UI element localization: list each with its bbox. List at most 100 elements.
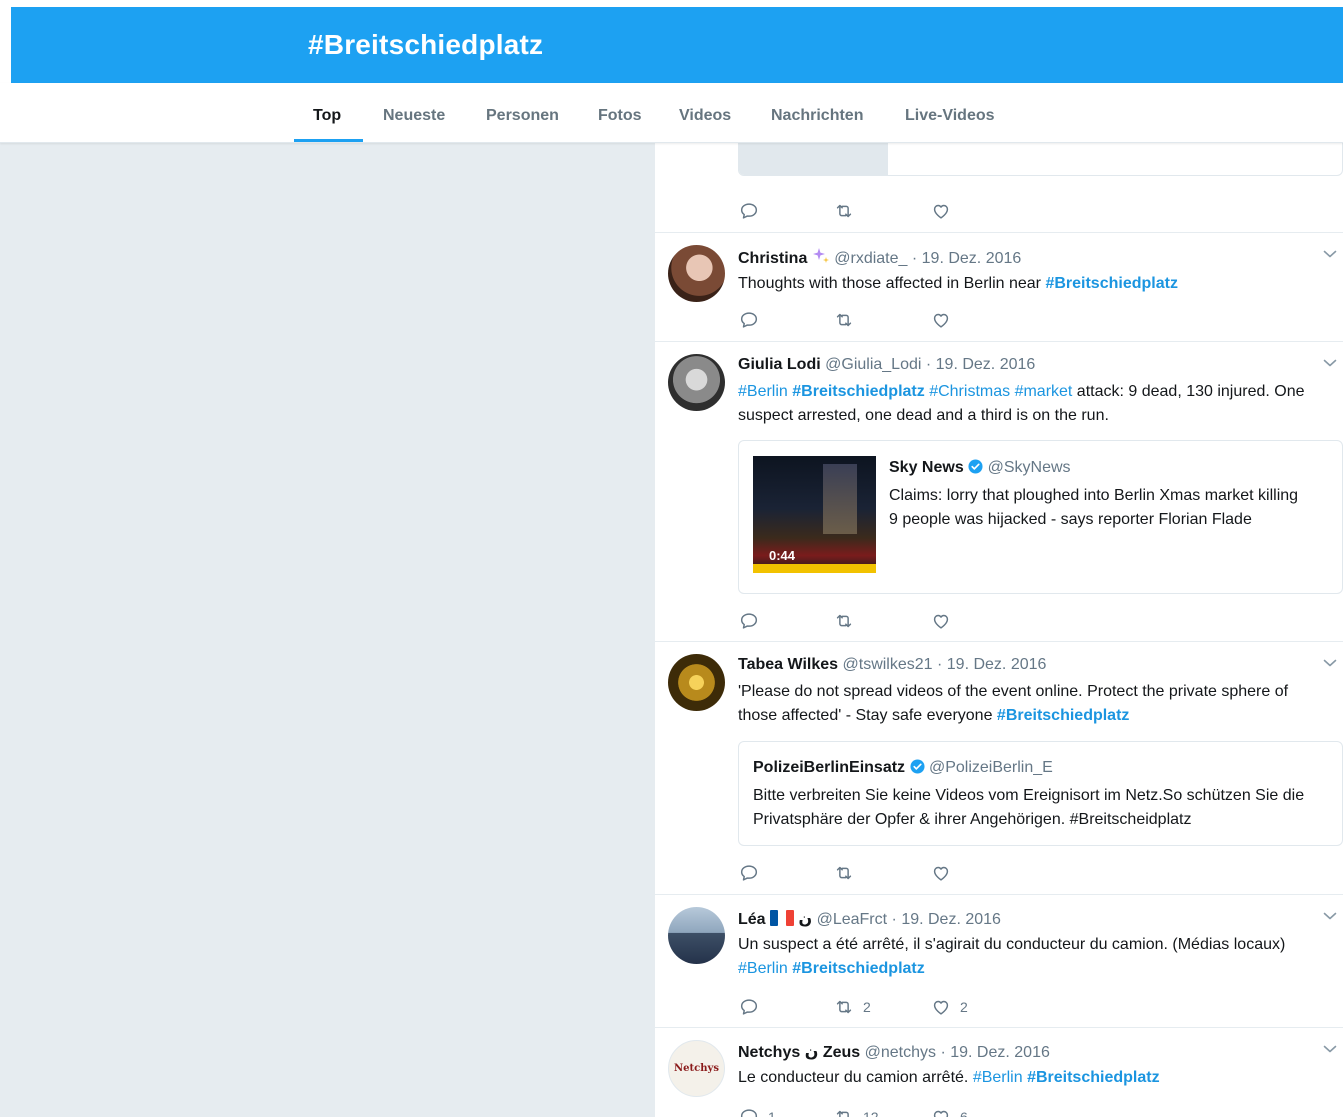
author-name[interactable]: Christina [738, 250, 807, 267]
caret-down-icon[interactable] [1323, 1044, 1337, 1054]
reply-icon [738, 309, 760, 331]
hashtag-link[interactable]: #Breitschiedplatz [997, 707, 1129, 724]
france-flag-icon [770, 910, 795, 926]
author-handle[interactable]: @rxdiate_ [834, 250, 907, 267]
avatar[interactable] [668, 245, 725, 302]
reply-button[interactable] [738, 996, 760, 1018]
like-button[interactable] [930, 200, 952, 222]
tab-live-videos[interactable]: Live-Videos [905, 107, 995, 125]
retweet-button[interactable] [833, 610, 855, 632]
tweet-date[interactable]: 19. Dez. 2016 [936, 356, 1036, 373]
retweet-icon [833, 1106, 855, 1117]
retweet-button[interactable] [833, 862, 855, 884]
like-icon [930, 862, 952, 884]
quoted-author-handle[interactable]: @SkyNews [988, 459, 1071, 476]
like-icon [930, 309, 952, 331]
quoted-tweet-text: Claims: lorry that ploughed into Berlin … [889, 484, 1329, 532]
tweet-date[interactable]: 19. Dez. 2016 [922, 250, 1022, 267]
tweet-item[interactable]: Christina @rxdiate_ · 19. Dez. 2016 Thou… [655, 233, 1343, 342]
avatar[interactable] [668, 907, 725, 964]
tweet-item-partial[interactable] [655, 143, 1343, 233]
caret-down-icon[interactable] [1323, 358, 1337, 368]
page-title[interactable]: #Breitschiedplatz [308, 29, 543, 61]
like-button[interactable] [930, 309, 952, 331]
quoted-tweet-card[interactable]: PolizeiBerlinEinsatz @PolizeiBerlin_E Bi… [738, 741, 1343, 846]
tab-neueste[interactable]: Neueste [383, 107, 445, 125]
separator: · [925, 356, 932, 373]
tweet-date[interactable]: 19. Dez. 2016 [901, 911, 1001, 928]
quoted-author-name[interactable]: PolizeiBerlinEinsatz [753, 759, 905, 776]
reply-button[interactable]: 1 [738, 1106, 776, 1117]
reply-button[interactable] [738, 200, 760, 222]
retweet-count: 12 [863, 1109, 879, 1117]
tweet-header: Giulia Lodi @Giulia_Lodi · 19. Dez. 2016 [738, 356, 1035, 374]
like-button[interactable]: 2 [930, 996, 968, 1018]
author-handle[interactable]: @LeaFrct [817, 911, 887, 928]
reply-button[interactable] [738, 610, 760, 632]
hashtag-link[interactable]: #Breitschiedplatz [792, 383, 924, 400]
tweet-header: Léa ن @LeaFrct · 19. Dez. 2016 [738, 909, 1001, 929]
author-name[interactable]: Giulia Lodi [738, 356, 821, 373]
author-name-second[interactable]: Zeus [823, 1044, 860, 1061]
tweet-date[interactable]: 19. Dez. 2016 [950, 1044, 1050, 1061]
hashtag-link[interactable]: #Berlin [738, 383, 788, 400]
retweet-button[interactable] [833, 309, 855, 331]
video-duration: 0:44 [769, 548, 796, 563]
tab-top[interactable]: Top [313, 107, 341, 125]
tab-videos[interactable]: Videos [679, 107, 731, 125]
caret-down-icon[interactable] [1323, 658, 1337, 668]
reply-button[interactable] [738, 309, 760, 331]
tab-nachrichten[interactable]: Nachrichten [771, 107, 863, 125]
like-button[interactable] [930, 610, 952, 632]
retweet-button[interactable]: 12 [833, 1106, 879, 1117]
text-segment: 9 people was hijacked - says reporter Fl… [889, 511, 1252, 528]
tweet-actions [738, 200, 1138, 222]
like-button[interactable] [930, 862, 952, 884]
caret-down-icon[interactable] [1323, 911, 1337, 921]
hashtag-link[interactable]: #Breitschiedplatz [1027, 1069, 1159, 1086]
tweet-timeline[interactable]: Christina @rxdiate_ · 19. Dez. 2016 Thou… [655, 143, 1343, 1117]
tweet-item[interactable]: Netchys Netchys ن Zeus @netchys · 19. De… [655, 1028, 1343, 1117]
like-icon [930, 200, 952, 222]
text-segment: Un suspect a été arrêté, il s'agirait du… [738, 936, 1286, 953]
quoted-author-name[interactable]: Sky News [889, 459, 964, 476]
sparkles-icon [812, 248, 829, 263]
author-name[interactable]: Netchys [738, 1044, 800, 1061]
author-handle[interactable]: @tswilkes21 [843, 656, 933, 673]
tweet-actions [738, 862, 1138, 884]
hashtag-link[interactable]: #Breitschiedplatz [1045, 275, 1177, 292]
author-handle[interactable]: @Giulia_Lodi [825, 356, 921, 373]
quoted-tweet-card[interactable]: 0:44 Sky News @SkyNews Claims: lorry tha… [738, 440, 1343, 594]
retweet-button[interactable] [833, 200, 855, 222]
avatar[interactable]: Netchys [668, 1040, 725, 1097]
text-segment: Bitte verbreiten Sie keine Videos vom Er… [753, 787, 1305, 804]
tweet-item[interactable]: Tabea Wilkes @tswilkes21 · 19. Dez. 2016… [655, 642, 1343, 895]
tweet-item[interactable]: Léa ن @LeaFrct · 19. Dez. 2016 Un suspec… [655, 895, 1343, 1028]
reply-button[interactable] [738, 862, 760, 884]
like-icon [930, 1106, 952, 1117]
tab-personen[interactable]: Personen [486, 107, 559, 125]
avatar[interactable] [668, 354, 725, 411]
avatar[interactable] [668, 654, 725, 711]
hashtag-link[interactable]: #Breitschiedplatz [792, 960, 924, 977]
quoted-card-partial[interactable] [738, 143, 1343, 176]
like-button[interactable]: 6 [930, 1106, 968, 1117]
author-handle[interactable]: @netchys [865, 1044, 936, 1061]
hashtag-link[interactable]: #market [1015, 383, 1073, 400]
tweet-text: #Berlin #Breitschiedplatz #Christmas #ma… [738, 380, 1338, 428]
header-bar: #Breitschiedplatz [11, 7, 1343, 83]
retweet-button[interactable]: 2 [833, 996, 871, 1018]
tab-fotos[interactable]: Fotos [598, 107, 642, 125]
hashtag-link[interactable]: #Berlin [973, 1069, 1023, 1086]
hashtag-link[interactable]: #Christmas [929, 383, 1010, 400]
tweet-item[interactable]: Giulia Lodi @Giulia_Lodi · 19. Dez. 2016… [655, 342, 1343, 642]
tweet-date[interactable]: 19. Dez. 2016 [947, 656, 1047, 673]
news-ticker-bar [753, 564, 876, 573]
tweet-header: Tabea Wilkes @tswilkes21 · 19. Dez. 2016 [738, 656, 1046, 674]
hashtag-link[interactable]: #Berlin [738, 960, 788, 977]
caret-down-icon[interactable] [1323, 249, 1337, 259]
author-name[interactable]: Tabea Wilkes [738, 656, 838, 673]
quoted-author-handle[interactable]: @PolizeiBerlin_E [929, 759, 1053, 776]
video-thumbnail[interactable]: 0:44 [753, 456, 876, 573]
author-name[interactable]: Léa [738, 911, 766, 928]
